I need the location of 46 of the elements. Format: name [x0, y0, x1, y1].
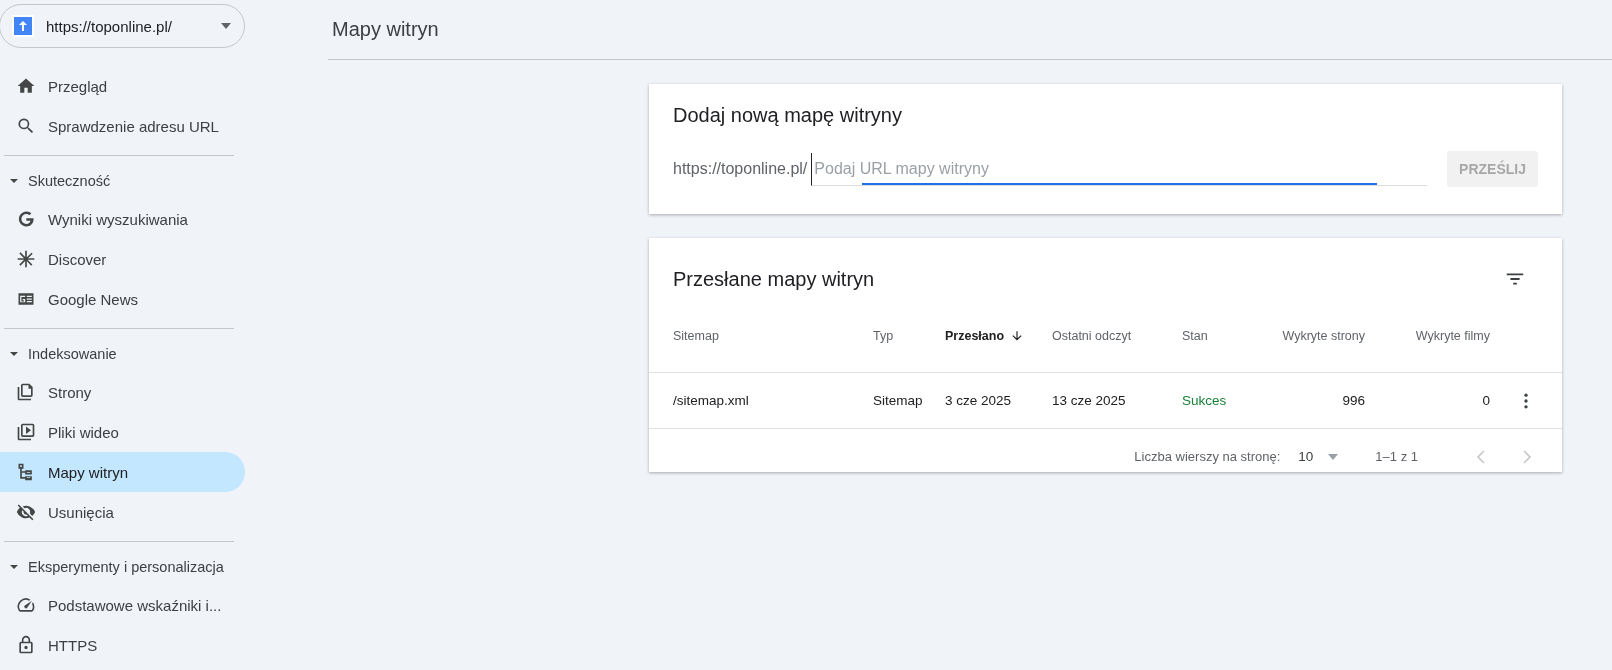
page-title: Mapy witryn	[332, 18, 439, 41]
sidebar-item[interactable]: Usunięcia	[0, 492, 245, 532]
table-cell-text: 13 cze 2025	[1052, 393, 1127, 408]
sitemap-url-field[interactable]: Podaj URL mapy witryny	[811, 152, 1428, 186]
section-header[interactable]: Eksperymenty i personalizacja	[0, 549, 252, 585]
sidebar-item[interactable]: Mapy witryn	[0, 452, 245, 492]
table-cell-text: Sitemap	[873, 393, 924, 408]
page-range: 1–1 z 1	[1375, 449, 1418, 464]
home-icon	[16, 76, 36, 96]
sidebar-item[interactable]: Discover	[0, 239, 245, 279]
table-cell-text: Sukces	[1182, 393, 1228, 408]
sidebar-item[interactable]: Strony	[0, 372, 245, 412]
section-header[interactable]: Skuteczność	[0, 163, 252, 199]
column-header[interactable]: Stan	[1182, 329, 1252, 343]
sidebar-item[interactable]: Google News	[0, 279, 245, 319]
table-cell-text: 3 cze 2025	[945, 393, 1013, 408]
sidebar-item[interactable]: Pliki wideo	[0, 412, 245, 452]
url-prefix: https://toponline.pl/	[673, 160, 808, 178]
column-header[interactable]: Wykryte filmy	[1365, 329, 1490, 343]
sidebar-item[interactable]: Przegląd	[0, 66, 245, 106]
section-header[interactable]: Indeksowanie	[0, 336, 252, 372]
speedometer-icon	[16, 595, 36, 615]
google-g-icon	[16, 209, 36, 229]
sidebar-item[interactable]: Sprawdzenie adresu URL	[0, 106, 245, 146]
asterisk-icon	[16, 249, 36, 269]
column-header[interactable]: Sitemap	[673, 329, 873, 343]
video-files-icon	[16, 422, 36, 442]
card-title: Przesłane mapy witryn	[673, 267, 875, 291]
column-header[interactable]: Typ	[873, 329, 945, 343]
card-title: Dodaj nową mapę witryny	[673, 104, 903, 127]
pages-icon	[16, 382, 36, 402]
sidebar-item[interactable]: Podstawowe wskaźniki i...	[0, 585, 245, 625]
column-header[interactable]: Przesłano	[945, 329, 1052, 343]
upload-arrow-icon	[12, 15, 34, 37]
sidebar-item[interactable]: HTTPS	[0, 625, 245, 665]
search-icon	[16, 116, 36, 136]
table-cell-text: /sitemap.xml	[673, 393, 750, 408]
rows-per-page-label: Liczba wierszy na stronę:	[1134, 449, 1281, 464]
table-cell-text: 996	[1341, 393, 1365, 408]
column-header[interactable]: Ostatni odczyt	[1052, 329, 1182, 343]
column-header[interactable]: Wykryte strony	[1252, 329, 1365, 343]
eye-slash-icon	[16, 502, 36, 522]
lock-icon	[16, 635, 36, 655]
sidebar-item[interactable]: Wyniki wyszukiwania	[0, 199, 245, 239]
table-cell-text: 0	[1481, 393, 1490, 408]
rows-per-page-select[interactable]: 10	[1298, 449, 1340, 464]
